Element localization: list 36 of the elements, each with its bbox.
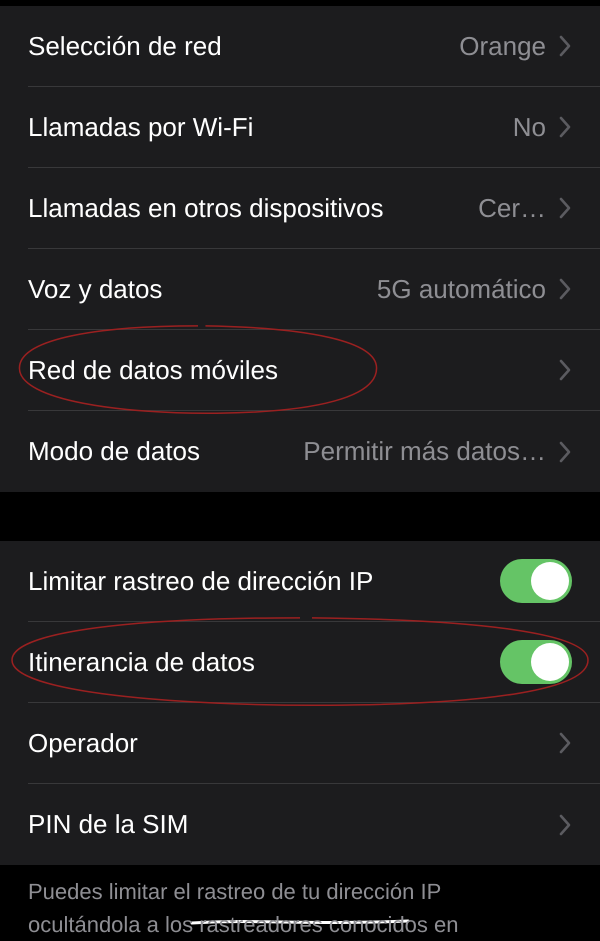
chevron-icon <box>558 34 572 58</box>
settings-row[interactable]: Llamadas en otros dispositivos Cer… <box>0 168 600 249</box>
row-value: 5G automático <box>376 272 546 306</box>
row-label[interactable]: Modo de datos <box>28 432 200 471</box>
settings-row[interactable]: Selección de red Orange <box>0 6 600 87</box>
row-label[interactable]: Selección de red <box>28 26 222 66</box>
chevron-icon <box>558 440 572 464</box>
chevron-icon <box>558 358 572 382</box>
row-label[interactable]: Red de datos móviles <box>28 350 278 390</box>
settings-row[interactable]: Red de datos móviles <box>0 330 600 411</box>
chevron-icon <box>558 812 572 836</box>
chevron-icon <box>558 277 572 301</box>
toggle-switch[interactable] <box>500 559 572 603</box>
chevron-icon <box>558 196 572 220</box>
settings-row[interactable]: Operador <box>0 703 600 784</box>
row-label[interactable]: Llamadas en otros dispositivos <box>28 188 384 228</box>
chevron-icon <box>558 115 572 139</box>
settings-row[interactable]: Llamadas por Wi-Fi No <box>0 87 600 168</box>
row-label[interactable]: PIN de la SIM <box>28 805 188 844</box>
row-value: Cer… <box>478 192 546 224</box>
chevron-icon <box>558 731 572 755</box>
row-value: No <box>512 110 546 144</box>
settings-row[interactable]: Itinerancia de datos <box>0 622 600 703</box>
row-label[interactable]: Voz y datos <box>28 270 162 308</box>
settings-row[interactable]: Limitar rastreo de dirección IP <box>0 541 600 622</box>
row-value: Permitir más datos… <box>303 435 546 468</box>
settings-row[interactable]: Modo de datos Permitir más datos… <box>0 411 600 492</box>
settings-row[interactable]: Voz y datos 5G automático <box>0 249 600 330</box>
row-label[interactable]: Itinerancia de datos <box>28 642 255 682</box>
footer-text: Puedes limitar el rastreo de tu dirección IP <box>28 878 442 906</box>
row-label[interactable]: Llamadas por Wi-Fi <box>28 108 254 146</box>
row-label[interactable]: Operador <box>28 724 138 762</box>
toggle-switch[interactable] <box>500 640 572 684</box>
row-label[interactable]: Limitar rastreo de dirección IP <box>28 562 374 600</box>
settings-row[interactable]: PIN de la SIM <box>0 784 600 865</box>
row-value: Orange <box>459 30 546 62</box>
